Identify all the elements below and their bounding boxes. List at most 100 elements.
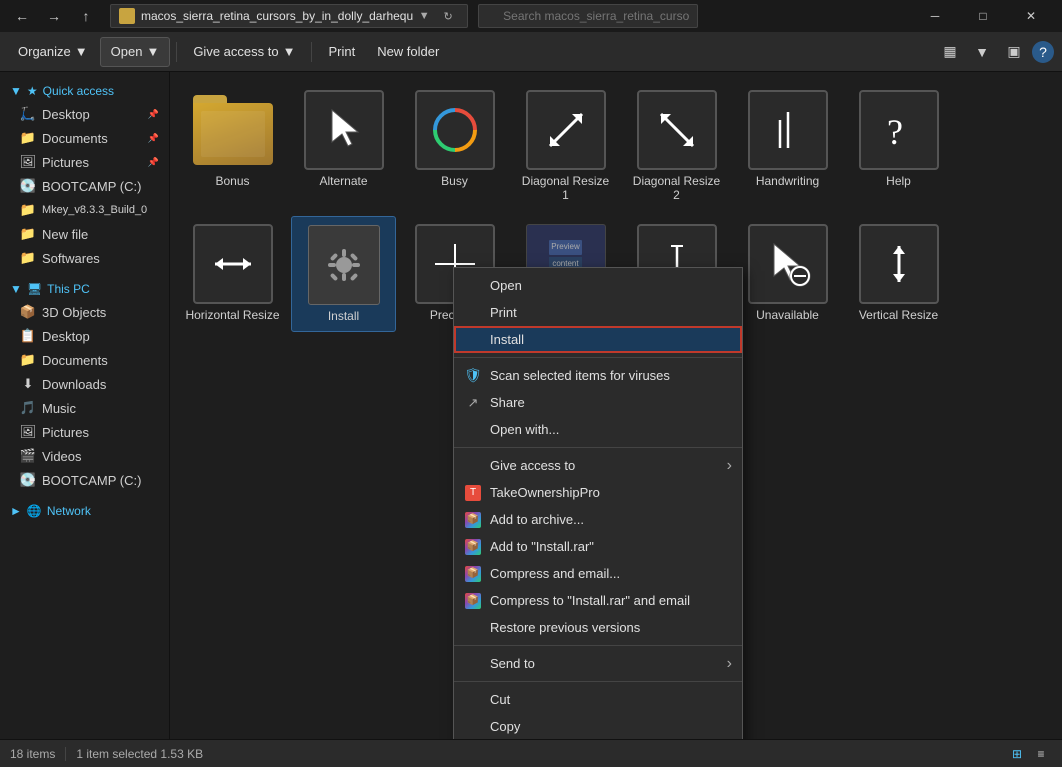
ctx-archive[interactable]: 📦 Add to archive... — [454, 506, 742, 533]
ctx-install[interactable]: Install — [454, 326, 742, 353]
sidebar-item-label: Videos — [42, 449, 82, 464]
file-item-diag2[interactable]: Diagonal Resize 2 — [624, 82, 729, 210]
address-bar[interactable]: macos_sierra_retina_cursors_by_in_dolly_… — [110, 4, 468, 28]
sidebar-item-documents2[interactable]: 📁 Documents — [0, 348, 169, 372]
close-button[interactable]: ✕ — [1008, 0, 1054, 32]
ctx-share[interactable]: ↗ Share — [454, 389, 742, 416]
file-item-handwriting[interactable]: Handwriting — [735, 82, 840, 210]
ctx-compressrar[interactable]: 📦 Compress to "Install.rar" and email — [454, 587, 742, 614]
content-area: Bonus Alternate — [170, 72, 1062, 739]
documents2-icon: 📁 — [20, 352, 36, 368]
sidebar-item-3dobjects[interactable]: 📦 3D Objects — [0, 300, 169, 324]
file-item-alternate[interactable]: Alternate — [291, 82, 396, 210]
view-list-button[interactable]: ⊞ — [1006, 743, 1028, 765]
forward-button[interactable]: → — [40, 2, 68, 30]
back-button[interactable]: ← — [8, 2, 36, 30]
search-input[interactable] — [478, 4, 698, 28]
file-item-unavailable[interactable]: Unavailable — [735, 216, 840, 332]
address-refresh-button[interactable]: ↻ — [437, 5, 459, 27]
file-item-bonus[interactable]: Bonus — [180, 82, 285, 210]
organize-button[interactable]: Organize ▼ — [8, 37, 98, 67]
handwriting-label: Handwriting — [756, 174, 819, 188]
give-access-button[interactable]: Give access to ▼ — [183, 37, 305, 67]
hresize-label: Horizontal Resize — [185, 308, 279, 322]
ctx-print[interactable]: Print — [454, 299, 742, 326]
address-dropdown-button[interactable]: ▼ — [413, 5, 435, 27]
toolbar: Organize ▼ Open ▼ Give access to ▼ Print… — [0, 32, 1062, 72]
sidebar-item-pictures2[interactable]: 🖼 Pictures — [0, 420, 169, 444]
sidebar-item-desktop[interactable]: 🛴 Desktop 📌 — [0, 102, 169, 126]
ctx-copy-label: Copy — [490, 719, 520, 734]
sidebar-item-mkey[interactable]: 📁 Mkey_v8.3.3_Build_0 — [0, 198, 169, 222]
ctx-compressemail[interactable]: 📦 Compress and email... — [454, 560, 742, 587]
sidebar-item-label: Desktop — [42, 329, 90, 344]
ctx-scan[interactable]: 🛡 Scan selected items for viruses — [454, 362, 742, 389]
sidebar-item-music[interactable]: 🎵 Music — [0, 396, 169, 420]
print-label: Print — [328, 44, 355, 59]
give-access-label: Give access to — [193, 44, 278, 59]
maximize-button[interactable]: □ — [960, 0, 1006, 32]
print-button[interactable]: Print — [318, 37, 365, 67]
compressrar-icon: 📦 — [464, 592, 482, 610]
toolbar-right: ▦ ▼ ▣ ? — [936, 38, 1054, 66]
file-item-diag1[interactable]: Diagonal Resize 1 — [513, 82, 618, 210]
thispc-icon: 🖥 — [27, 282, 42, 296]
ctx-open[interactable]: Open — [454, 272, 742, 299]
music-icon: 🎵 — [20, 400, 36, 416]
new-folder-button[interactable]: New folder — [367, 37, 449, 67]
help-label: Help — [886, 174, 911, 188]
view-options-button[interactable]: ▼ — [968, 38, 996, 66]
ctx-giveaccess[interactable]: Give access to — [454, 452, 742, 479]
search-wrapper: 🔍 — [478, 4, 698, 28]
help-button[interactable]: ? — [1032, 41, 1054, 63]
ctx-take[interactable]: T TakeOwnershipPro — [454, 479, 742, 506]
ctx-restore[interactable]: Restore previous versions — [454, 614, 742, 641]
network-icon: 🌐 — [27, 504, 42, 518]
ctx-compressrar-label: Compress to "Install.rar" and email — [490, 593, 690, 608]
ctx-copy[interactable]: Copy — [454, 713, 742, 739]
sidebar-section-network[interactable]: ► 🌐 Network — [0, 498, 169, 522]
install-gear-svg — [324, 245, 364, 285]
ctx-print-label: Print — [490, 305, 517, 320]
view-details-button[interactable]: ≡ — [1030, 743, 1052, 765]
ctx-sendto[interactable]: Send to — [454, 650, 742, 677]
view-pane-button[interactable]: ▦ — [936, 38, 964, 66]
archive-icon: 📦 — [464, 511, 482, 529]
sidebar-item-bootcamp[interactable]: 💽 BOOTCAMP (C:) — [0, 174, 169, 198]
change-view-button[interactable]: ▣ — [1000, 38, 1028, 66]
status-separator — [65, 747, 66, 761]
sidebar-item-softwares[interactable]: 📁 Softwares — [0, 246, 169, 270]
folder-icon: 📁 — [20, 202, 36, 218]
diag1-icon — [526, 90, 606, 170]
alternate-cursor-svg — [320, 106, 368, 154]
ctx-openwith[interactable]: Open with... — [454, 416, 742, 443]
open-button[interactable]: Open ▼ — [100, 37, 171, 67]
sidebar-item-pictures[interactable]: 🖼 Pictures 📌 — [0, 150, 169, 174]
ctx-openwith-label: Open with... — [490, 422, 559, 437]
sidebar-item-label: BOOTCAMP (C:) — [42, 179, 141, 194]
sidebar-item-documents[interactable]: 📁 Documents 📌 — [0, 126, 169, 150]
ctx-cut[interactable]: Cut — [454, 686, 742, 713]
title-bar-controls: ─ □ ✕ — [912, 0, 1054, 32]
file-item-hresize[interactable]: Horizontal Resize — [180, 216, 285, 332]
sidebar-item-label: Pictures — [42, 155, 89, 170]
sidebar-item-label: 3D Objects — [42, 305, 106, 320]
file-item-help[interactable]: ? Help — [846, 82, 951, 210]
file-item-busy[interactable]: Busy — [402, 82, 507, 210]
ctx-addrar[interactable]: 📦 Add to "Install.rar" — [454, 533, 742, 560]
organize-label: Organize — [18, 44, 71, 59]
sidebar-item-videos[interactable]: 🎬 Videos — [0, 444, 169, 468]
sidebar-item-downloads[interactable]: ⬇ Downloads — [0, 372, 169, 396]
file-item-vresize[interactable]: Vertical Resize — [846, 216, 951, 332]
sidebar-item-bootcamp2[interactable]: 💽 BOOTCAMP (C:) — [0, 468, 169, 492]
sidebar-item-label: Music — [42, 401, 76, 416]
thispc-chevron: ▼ — [10, 282, 22, 296]
bonus-folder-icon — [193, 90, 273, 170]
sidebar-item-desktop2[interactable]: 📋 Desktop — [0, 324, 169, 348]
up-button[interactable]: ↑ — [72, 2, 100, 30]
minimize-button[interactable]: ─ — [912, 0, 958, 32]
sidebar-section-thispc[interactable]: ▼ 🖥 This PC — [0, 276, 169, 300]
sidebar-item-newfile[interactable]: 📁 New file — [0, 222, 169, 246]
file-item-install[interactable]: Install — [291, 216, 396, 332]
sidebar-section-quick-access[interactable]: ▼ ★ Quick access — [0, 78, 169, 102]
